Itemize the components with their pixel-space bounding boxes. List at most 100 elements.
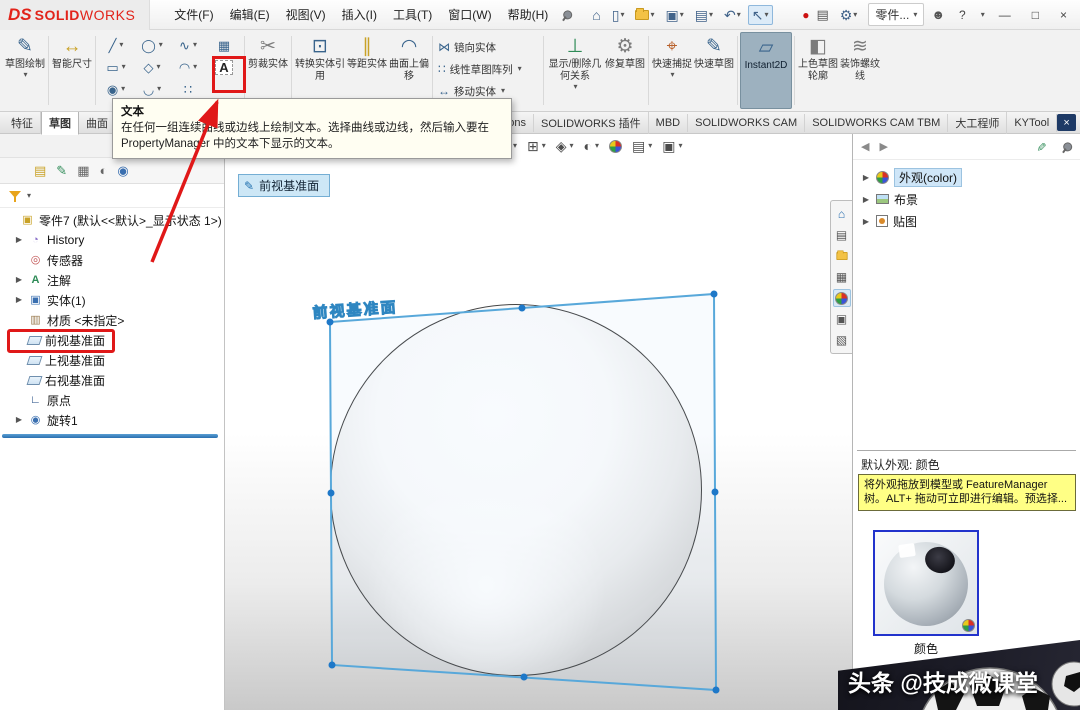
menu-file[interactable]: 文件(F) (166, 2, 221, 27)
view-settings-button[interactable]: ▣ ▾ (662, 139, 682, 153)
expand-arrow-icon[interactable]: ▶ (14, 416, 24, 424)
smart-dimension-button[interactable]: ↔ 智能尺寸 (51, 32, 93, 109)
rapid-sketch-button[interactable]: ✎ 快速草图 (693, 32, 735, 109)
tree-item-sensors[interactable]: ◎ 传感器 (0, 250, 224, 270)
display-delete-relations-button[interactable]: ⊥ 显示/删除几何关系 ▾ (546, 32, 604, 109)
quick-snaps-button[interactable]: ⌖ 快速捕捉 ▾ (651, 32, 693, 109)
undo-button[interactable]: ↶ ▾ (720, 5, 745, 25)
menu-insert[interactable]: 插入(I) (334, 2, 385, 27)
sketch-tool-arc-3point[interactable]: ◡ ▾ (134, 78, 170, 100)
chevron-down-icon[interactable]: ▾ (648, 142, 652, 150)
new-document-button[interactable]: ▯ ▾ (608, 5, 629, 25)
restore-button[interactable]: □ (1025, 6, 1046, 24)
shaded-sketch-contours-button[interactable]: ◧ 上色草图轮廓 (797, 32, 839, 109)
feature-tree-tab-icon[interactable]: ▤ (34, 164, 46, 177)
display-manager-tab-icon[interactable]: ◉ (117, 164, 128, 177)
menu-help[interactable]: 帮助(H) (500, 2, 557, 27)
tab-solidworks-addins[interactable]: SOLIDWORKS 插件 (534, 111, 649, 134)
home-button[interactable]: ⌂ (588, 5, 604, 25)
linear-sketch-pattern-button[interactable]: ∷ 线性草图阵列 ▾ (435, 59, 541, 79)
chevron-down-icon[interactable]: ▾ (23, 71, 27, 79)
property-manager-tab-icon[interactable]: ✎ (56, 164, 67, 177)
tab-solidworks-cam[interactable]: SOLIDWORKS CAM (688, 113, 806, 132)
edit-appearance-button[interactable] (609, 139, 623, 153)
cosmetic-thread-button[interactable]: ≋ 装饰螺纹线 (839, 32, 881, 109)
tab-kytool[interactable]: KYTool (1007, 113, 1058, 132)
resources-tab-icon[interactable]: ⌂ (833, 205, 851, 223)
tree-item-material[interactable]: ▥ 材质 <未指定> (0, 310, 224, 330)
chevron-down-icon[interactable]: ▾ (156, 63, 160, 71)
chevron-down-icon[interactable]: ▾ (650, 10, 654, 19)
expand-arrow-icon[interactable]: ▶ (14, 296, 24, 304)
design-library-tab-icon[interactable]: ▤ (833, 226, 851, 244)
menu-tools[interactable]: 工具(T) (385, 2, 440, 27)
open-document-button[interactable]: ▾ (631, 7, 658, 23)
minimize-button[interactable]: — (992, 6, 1018, 24)
nav-back-icon[interactable]: ◀ (861, 140, 869, 153)
forum-tab-icon[interactable]: ▧ (833, 331, 851, 349)
sketch-tool-arc[interactable]: ◠ ▾ (170, 56, 206, 78)
appearance-preview-thumbnail[interactable] (873, 530, 979, 636)
help-button[interactable]: ? (952, 6, 973, 24)
eyedropper-icon[interactable]: ✎ (1034, 141, 1048, 151)
chevron-down-icon[interactable]: ▾ (542, 142, 546, 150)
chevron-down-icon[interactable]: ▾ (121, 85, 125, 93)
chevron-down-icon[interactable]: ▾ (570, 142, 574, 150)
appearances-tab-icon[interactable] (832, 289, 851, 307)
menu-window[interactable]: 窗口(W) (440, 2, 499, 27)
chevron-down-icon[interactable]: ▾ (764, 10, 768, 19)
record-dot-icon[interactable]: ● (802, 8, 809, 22)
rollback-bar[interactable] (2, 434, 218, 438)
chevron-down-icon[interactable]: ▾ (737, 10, 741, 19)
chevron-down-icon[interactable]: ▾ (573, 83, 577, 91)
filter-funnel-icon[interactable] (8, 189, 22, 203)
mirror-entities-button[interactable]: ⋈ 镜向实体 (435, 37, 541, 57)
chevron-down-icon[interactable]: ▾ (620, 10, 624, 19)
tree-item-origin[interactable]: ∟ 原点 (0, 390, 224, 410)
chevron-down-icon[interactable]: ▾ (193, 41, 197, 49)
sketch-tool-spline[interactable]: ∿ ▾ (170, 34, 206, 56)
user-avatar-icon[interactable]: ☻ (931, 7, 945, 22)
expand-arrow-icon[interactable]: ▶ (14, 236, 24, 244)
select-tool-button[interactable]: ↖ ▾ (747, 4, 773, 25)
graphics-viewport[interactable]: ⊕ ▭▾ ⊞▾ ◈▾ ◐▾ ▤▾ ▣▾ ✎ 前视基准面 前视基准面 (225, 134, 852, 710)
chevron-down-icon[interactable]: ▾ (501, 87, 505, 95)
tree-item-right-plane[interactable]: 右视基准面 (0, 370, 224, 390)
chevron-down-icon[interactable]: ▾ (670, 71, 674, 79)
scenes-node[interactable]: ▶ 布景 (853, 188, 1080, 210)
tree-item-part-root[interactable]: ▣ 零件7 (默认<<默认>_显示状态 1>) (0, 210, 224, 230)
tab-features[interactable]: 特征 (4, 111, 41, 134)
chevron-down-icon[interactable]: ▾ (122, 63, 126, 71)
tab-close-button[interactable]: × (1057, 114, 1076, 131)
sphere-model[interactable] (330, 304, 702, 676)
display-style-button[interactable]: ◈ ▾ (556, 139, 574, 153)
sketch-tool-line[interactable]: ╱ ▾ (98, 34, 134, 56)
options-button[interactable]: ⚙ ▾ (836, 5, 862, 25)
sketch-draw-button[interactable]: ✎ 草图绘制 ▾ (4, 32, 46, 109)
pin-task-pane-icon[interactable] (1060, 140, 1074, 154)
tab-sketch[interactable]: 草图 (41, 110, 79, 135)
sketch-tool-polygon[interactable]: ◇ ▾ (134, 56, 170, 78)
dimxpert-tab-icon[interactable]: ◐ (100, 164, 108, 177)
nav-forward-icon[interactable]: ▶ (879, 140, 887, 153)
chevron-down-icon[interactable]: ▾ (853, 10, 857, 19)
tree-item-annotations[interactable]: ▶ A 注解 (0, 270, 224, 290)
sketch-tool-linear-pattern[interactable]: ∷ (170, 78, 206, 100)
view-palette-tab-icon[interactable]: ▦ (833, 268, 851, 286)
custom-properties-tab-icon[interactable]: ▣ (833, 310, 851, 328)
menu-edit[interactable]: 编辑(E) (222, 2, 278, 27)
chevron-down-icon[interactable]: ▾ (679, 142, 683, 150)
tree-item-history[interactable]: ▶ ◔ History (0, 230, 224, 250)
expand-arrow-icon[interactable]: ▶ (861, 173, 871, 182)
document-selector[interactable]: 零件... ▾ (868, 3, 925, 26)
sketch-tool-circle[interactable]: ◯ ▾ (134, 34, 170, 56)
menu-view[interactable]: 视图(V) (278, 2, 334, 27)
chevron-down-icon[interactable]: ▾ (680, 10, 684, 19)
expand-arrow-icon[interactable]: ▶ (861, 217, 871, 226)
chevron-down-icon[interactable]: ▾ (119, 41, 123, 49)
tab-solidworks-cam-tbm[interactable]: SOLIDWORKS CAM TBM (805, 113, 949, 132)
print-button[interactable]: ▤ ▾ (691, 5, 717, 25)
chevron-down-icon[interactable]: ▾ (595, 142, 599, 150)
chevron-down-icon[interactable]: ▾ (513, 142, 517, 150)
chevron-down-icon[interactable]: ▾ (27, 191, 31, 200)
